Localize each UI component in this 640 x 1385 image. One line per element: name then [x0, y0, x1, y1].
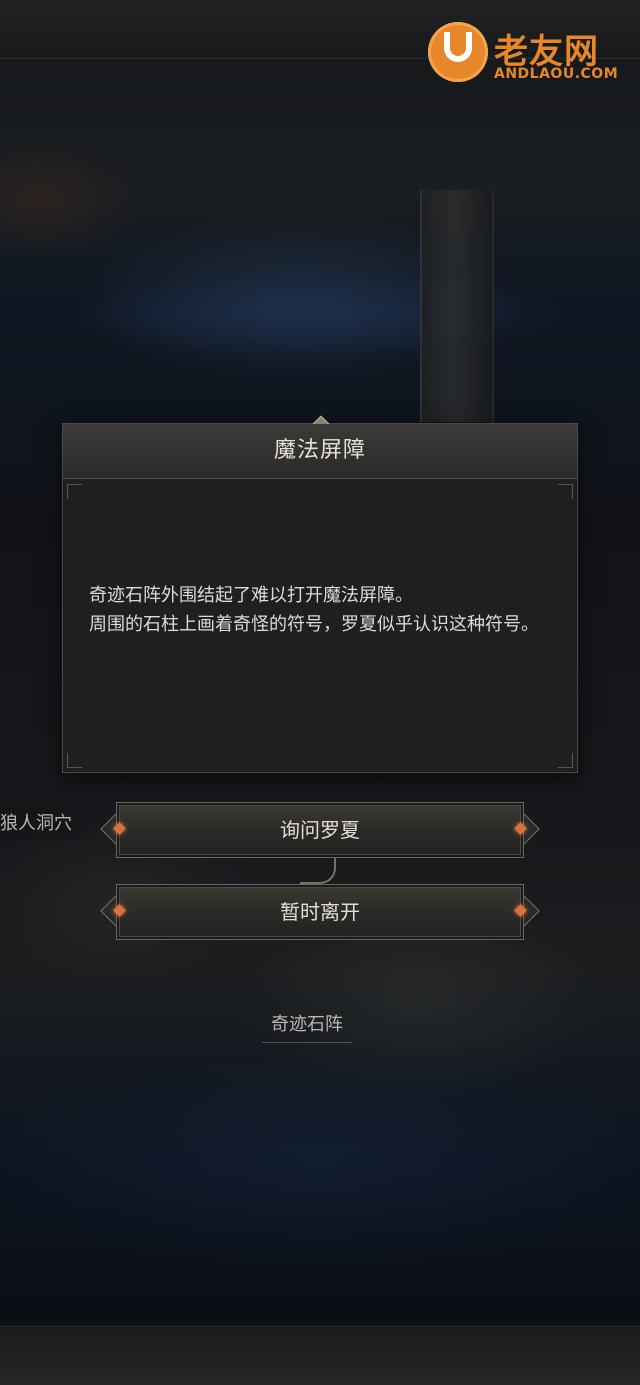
dialog-body-line: 周围的石柱上画着奇怪的符号，罗夏似乎认识这种符号。 [89, 614, 539, 635]
dialog-corner-ornament [558, 484, 573, 499]
map-path-marker-icon [300, 858, 336, 884]
choice-button-ask-roxia[interactable]: 询问罗夏 [100, 802, 540, 858]
dialog-corner-ornament [558, 753, 573, 768]
watermark-u-icon [428, 22, 488, 82]
map-location-miracle-stones[interactable]: 奇迹石阵 [262, 1010, 352, 1043]
watermark-url: ANDLAOU.COM [494, 66, 619, 82]
choice-label: 询问罗夏 [280, 818, 360, 842]
dialog-body-text: 奇迹石阵外围结起了难以打开魔法屏障。 周围的石柱上画着奇怪的符号，罗夏似乎认识这… [89, 581, 559, 639]
bottom-frame-bar [0, 1326, 640, 1385]
dialog-corner-ornament [67, 484, 82, 499]
choice-label: 暂时离开 [280, 900, 360, 924]
game-screen: 老友网 ANDLAOU.COM 魔法屏障 奇迹石阵外围结起了难以打开魔法屏障。 … [0, 0, 640, 1385]
map-sea-fog [0, 255, 640, 375]
map-stone-tower [420, 190, 494, 425]
dialog-corner-ornament [67, 753, 82, 768]
dialog-title: 魔法屏障 [273, 438, 366, 463]
map-location-werewolf-cave[interactable]: 狼人洞穴 [0, 807, 82, 839]
dialog-body-line: 奇迹石阵外围结起了难以打开魔法屏障。 [89, 585, 413, 606]
event-dialog: 魔法屏障 奇迹石阵外围结起了难以打开魔法屏障。 周围的石柱上画着奇怪的符号，罗夏… [62, 415, 578, 773]
site-watermark-logo: 老友网 ANDLAOU.COM [428, 22, 618, 92]
choice-button-leave[interactable]: 暂时离开 [100, 884, 540, 940]
